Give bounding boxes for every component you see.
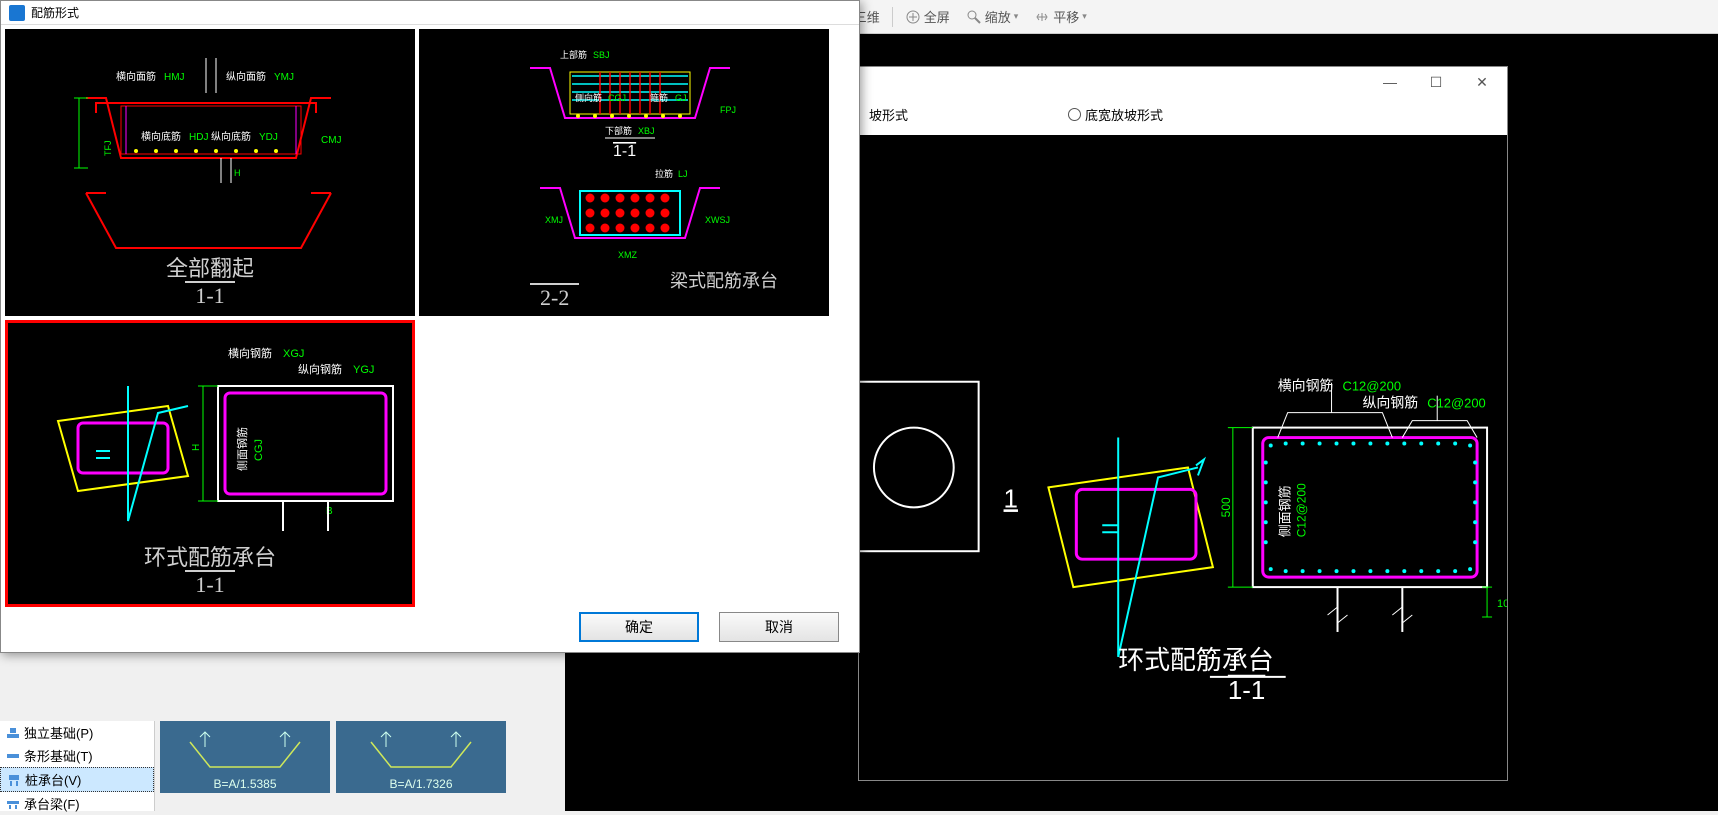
- svg-text:XGJ: XGJ: [283, 348, 304, 360]
- svg-text:CGJ: CGJ: [608, 93, 626, 103]
- sub-titlebar: — ☐ ✕: [859, 67, 1507, 97]
- svg-text:拉筋: 拉筋: [655, 168, 673, 179]
- svg-text:XBJ: XBJ: [638, 126, 655, 136]
- fullscreen-button[interactable]: 全屏: [901, 5, 954, 28]
- cancel-button[interactable]: 取消: [719, 612, 839, 642]
- bt2-label: B=A/1.7326: [389, 777, 452, 791]
- svg-text:YMJ: YMJ: [274, 72, 294, 83]
- slope-radio-row: 坡形式 底宽放坡形式: [859, 97, 1507, 132]
- svg-text:纵向面筋: 纵向面筋: [226, 70, 266, 83]
- svg-text:TFJ: TFJ: [103, 141, 113, 157]
- svg-text:横向面筋: 横向面筋: [116, 70, 156, 83]
- svg-text:500: 500: [1219, 497, 1233, 517]
- svg-text:HMJ: HMJ: [164, 72, 185, 83]
- minimize-button[interactable]: —: [1367, 68, 1413, 96]
- tree-item-strip[interactable]: 条形基础(T): [0, 744, 154, 767]
- bottom-thumb-1[interactable]: B=A/1.5385: [160, 721, 330, 793]
- bt2-svg: [346, 727, 496, 777]
- svg-text:箍筋: 箍筋: [650, 92, 668, 103]
- svg-text:H: H: [234, 168, 241, 178]
- svg-text:CMJ: CMJ: [321, 135, 342, 146]
- svg-text:环式配筋承台: 环式配筋承台: [1118, 646, 1273, 675]
- opt2-label: 梁式配筋承台: [670, 267, 778, 293]
- opt1-svg: 横向面筋HMJ 纵向面筋YMJ 横向底筋HDJ 纵向底筋YDJ CMJ TFJ …: [16, 38, 406, 258]
- tree-item-pile-cap[interactable]: 桩承台(V): [0, 767, 154, 792]
- svg-text:LJ: LJ: [678, 169, 688, 179]
- bottom-thumb-2[interactable]: B=A/1.7326: [336, 721, 506, 793]
- svg-text:GJ: GJ: [675, 93, 687, 103]
- close-button[interactable]: ✕: [1459, 68, 1505, 96]
- pan-icon: [1034, 9, 1050, 25]
- modal-title-icon: [9, 5, 25, 21]
- svg-text:纵向底筋: 纵向底筋: [211, 130, 251, 143]
- svg-text:纵向钢筋: 纵向钢筋: [298, 362, 342, 376]
- svg-text:C12@200: C12@200: [1427, 396, 1486, 411]
- svg-text:HDJ: HDJ: [189, 132, 208, 143]
- svg-text:100: 100: [1497, 598, 1507, 610]
- svg-text:侧面钢筋: 侧面钢筋: [235, 427, 249, 471]
- svg-text:1-1: 1-1: [1228, 677, 1265, 705]
- svg-text:纵向钢筋: 纵向钢筋: [1362, 395, 1418, 411]
- opt3-label: 环式配筋承台 1-1: [8, 545, 412, 598]
- slope-radio-2[interactable]: 底宽放坡形式: [1068, 105, 1163, 124]
- modal-body[interactable]: 横向面筋HMJ 纵向面筋YMJ 横向底筋HDJ 纵向底筋YDJ CMJ TFJ …: [1, 25, 859, 615]
- rebar-option-2[interactable]: 上部筋 SBJ 侧向筋 CGJ 箍筋 GJ FPJ 下部筋 XBJ 1-1 拉筋 LJ X…: [419, 29, 829, 316]
- svg-text:侧向筋: 侧向筋: [575, 92, 602, 103]
- svg-text:横向底筋: 横向底筋: [141, 130, 181, 143]
- foundation-tree: 独立基础(P) 条形基础(T) 桩承台(V) 承台梁(F): [0, 721, 155, 811]
- zoom-icon: [966, 9, 982, 25]
- pan-button[interactable]: 平移▾: [1030, 5, 1091, 28]
- rebar-type-modal: 配筋形式 横向面筋 HMJ 纵向面筋 YMJ 横向底筋 HDJ 纵向底筋 YDJ CMJ…: [0, 0, 860, 653]
- bt1-svg: [170, 727, 320, 777]
- svg-text:1: 1: [1004, 485, 1018, 513]
- tree-item-independent[interactable]: 独立基础(P): [0, 721, 154, 744]
- rebar-option-1[interactable]: 横向面筋HMJ 纵向面筋YMJ 横向底筋HDJ 纵向底筋YDJ CMJ TFJ …: [5, 29, 415, 316]
- svg-text:FPJ: FPJ: [720, 105, 736, 115]
- ok-button[interactable]: 确定: [579, 612, 699, 642]
- modal-title: 配筋形式: [31, 4, 79, 21]
- strip-icon: [6, 749, 20, 763]
- cap-beam-icon: [6, 797, 20, 811]
- bt1-label: B=A/1.5385: [213, 777, 276, 791]
- svg-text:YGJ: YGJ: [353, 364, 374, 376]
- slope-radio-1[interactable]: 坡形式: [869, 105, 908, 124]
- tree-item-cap-beam[interactable]: 承台梁(F): [0, 792, 154, 815]
- svg-text:XWSJ: XWSJ: [705, 215, 730, 225]
- svg-text:C12@200: C12@200: [1295, 483, 1309, 537]
- svg-text:下部筋: 下部筋: [605, 125, 632, 136]
- opt3-svg: 横向钢筋XGJ 纵向钢筋YGJ 侧面钢筋 CGJ H B: [18, 331, 408, 531]
- zoom-button[interactable]: 缩放▾: [962, 5, 1023, 28]
- sub-window: — ☐ ✕ 坡形式 底宽放坡形式 1: [858, 66, 1508, 781]
- sub-preview-area[interactable]: 1 500 100: [859, 135, 1507, 780]
- svg-text:横向钢筋: 横向钢筋: [228, 346, 272, 360]
- svg-text:1-1: 1-1: [613, 143, 636, 160]
- fullscreen-icon: [905, 9, 921, 25]
- modal-titlebar: 配筋形式: [1, 1, 859, 25]
- main-preview-svg: 1 500 100: [859, 135, 1507, 780]
- modal-buttons: 确定 取消: [579, 612, 839, 642]
- svg-text:横向钢筋: 横向钢筋: [1278, 378, 1334, 394]
- rebar-option-3[interactable]: 横向钢筋XGJ 纵向钢筋YGJ 侧面钢筋 CGJ H B 环式配筋承台 1-1: [5, 320, 415, 607]
- svg-text:CGJ: CGJ: [253, 439, 265, 461]
- bottom-thumbs: B=A/1.5385 B=A/1.7326: [160, 721, 506, 811]
- svg-text:YDJ: YDJ: [259, 132, 278, 143]
- opt2-svg: 上部筋 SBJ 侧向筋 CGJ 箍筋 GJ FPJ 下部筋 XBJ 1-1 拉筋 LJ X…: [430, 38, 820, 278]
- opt1-label: 全部翻起 1-1: [6, 256, 414, 309]
- svg-text:H: H: [191, 444, 202, 451]
- svg-text:C12@200: C12@200: [1343, 379, 1402, 394]
- pile-cap-icon: [7, 773, 21, 787]
- foundation-icon: [6, 726, 20, 740]
- svg-text:SBJ: SBJ: [593, 50, 610, 60]
- opt2-section: 2-2: [530, 285, 579, 311]
- svg-text:上部筋: 上部筋: [560, 49, 587, 60]
- svg-text:侧面钢筋: 侧面钢筋: [1278, 485, 1293, 537]
- svg-text:XMJ: XMJ: [545, 215, 563, 225]
- maximize-button[interactable]: ☐: [1413, 68, 1459, 96]
- svg-text:XMZ: XMZ: [618, 250, 638, 260]
